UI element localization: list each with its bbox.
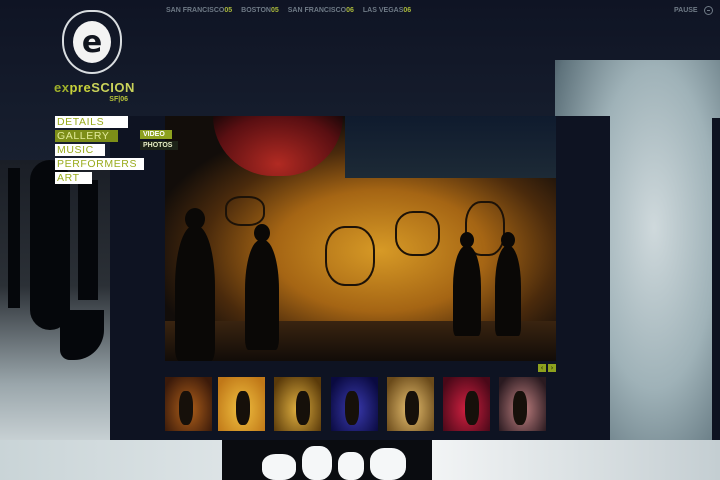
prev-photo-button[interactable]: ‹ [538,364,546,372]
city-year: 06 [346,7,354,14]
photo-red-dome [213,116,343,176]
pause-icon [703,6,713,15]
thumb-two-dancers[interactable] [499,377,546,431]
city-link-sf05[interactable]: SAN FRANCISCO05 [166,7,232,14]
gallery-submenu: VIDEO PHOTOS [140,130,178,152]
logo-wordmark: expreSCION [54,80,134,95]
pause-label: PAUSE [674,7,698,14]
menu-item-music[interactable]: MUSIC [55,144,105,156]
logo-word-part3: SCION [91,80,135,95]
logo-word-part2: pre [69,80,92,95]
thumb-figure [405,391,419,425]
main-gallery-photo [165,116,556,361]
photo-navigation: ‹ › [538,364,556,372]
thumb-figure [513,391,527,425]
thumb-dancer-stage[interactable] [218,377,265,431]
pause-button[interactable]: PAUSE [674,6,713,15]
bottom-graffiti-art [222,440,432,480]
city-link-lasvegas06[interactable]: LAS VEGAS06 [363,7,411,14]
next-photo-button[interactable]: › [548,364,556,372]
city-navigation: SAN FRANCISCO05 BOSTON05 SAN FRANCISCO06… [166,7,411,14]
logo-badge: e [62,10,122,74]
right-edge-strip [712,118,720,440]
logo-mark: e [73,21,111,63]
city-year: 05 [224,7,233,14]
thumb-figure [236,391,250,425]
thumb-figure [296,391,310,425]
city-name: LAS VEGAS [362,7,404,14]
thumb-breakdancer[interactable] [165,377,212,431]
thumb-red-crowd[interactable] [443,377,490,431]
city-name: SAN FRANCISCO [166,7,225,14]
left-graffiti-art [0,160,110,440]
menu-item-details[interactable]: DETAILS [55,116,128,128]
thumb-figure [465,391,479,425]
city-year: 06 [403,7,412,14]
menu-item-art[interactable]: ART [55,172,92,184]
city-year: 05 [270,7,279,14]
menu-item-gallery[interactable]: GALLERY [55,130,118,142]
photo-ceiling [345,116,556,178]
logo-word-part1: ex [54,80,70,95]
thumb-figure [345,391,359,425]
city-link-boston05[interactable]: BOSTON05 [241,7,279,14]
menu-item-performers[interactable]: PERFORMERS [55,158,144,170]
main-menu: DETAILS GALLERY MUSIC PERFORMERS ART [55,116,144,186]
thumb-graffiti-wall[interactable] [274,377,321,431]
thumb-dancer-spin[interactable] [387,377,434,431]
thumb-figure [179,391,193,425]
thumb-blue-performer[interactable] [331,377,378,431]
submenu-item-photos[interactable]: PHOTOS [140,141,178,150]
logo-subtitle: SF|06 [109,96,128,103]
city-name: BOSTON [241,7,271,14]
submenu-item-video[interactable]: VIDEO [140,130,172,139]
city-name: SAN FRANCISCO [287,7,347,14]
expression-logo[interactable]: e expreSCION SF|06 [54,10,134,105]
city-link-sf06[interactable]: SAN FRANCISCO06 [288,7,354,14]
